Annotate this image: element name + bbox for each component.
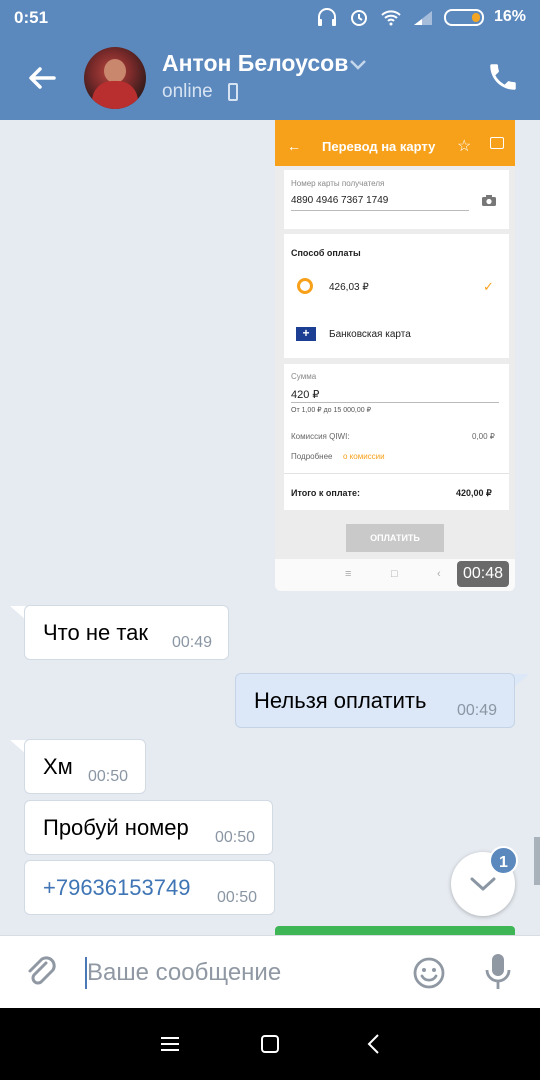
system-navigation-bar <box>0 1008 540 1080</box>
message-time: 00:49 <box>457 702 498 719</box>
chevron-down-icon <box>470 877 496 891</box>
message-bubble[interactable]: Что не так 00:49 <box>24 605 229 660</box>
card-number-section: Номер карты получателя 4890 4946 7367 17… <box>284 170 509 229</box>
amount-value: 420 ₽ <box>291 389 320 401</box>
phone-number-link[interactable]: +79636153749 <box>43 875 190 901</box>
amount-label: Сумма <box>291 372 317 381</box>
battery-icon <box>443 8 484 26</box>
message-text: Хм <box>43 754 73 779</box>
pay-button: ОПЛАТИТЬ <box>346 524 444 552</box>
message-text: Что не так <box>43 620 149 645</box>
amount-underline <box>291 402 499 403</box>
qiwi-balance: 426,03 ₽ <box>329 282 369 293</box>
status-icons: 16% <box>316 7 526 27</box>
attachment-home-icon: □ <box>391 568 398 580</box>
payment-method-section: Способ оплаты 426,03 ₽ ✓ + Банковская ка… <box>284 234 509 358</box>
paperclip-icon[interactable] <box>24 954 60 990</box>
signal-icon <box>413 11 432 25</box>
phone-call-icon[interactable] <box>486 60 520 94</box>
emoji-icon[interactable] <box>412 956 446 990</box>
commission-link: о комиссии <box>343 452 385 461</box>
attachment-menu-icon: ≡ <box>345 568 352 580</box>
battery-percent: 16% <box>493 8 526 25</box>
divider <box>284 473 509 474</box>
message-text: Пробуй номер <box>43 815 189 840</box>
status-time: 0:51 <box>14 8 49 27</box>
menu-icon[interactable] <box>158 1032 182 1056</box>
message-bubble[interactable]: Пробуй номер 00:50 <box>24 800 273 855</box>
contact-name[interactable]: Антон Белоусов <box>162 50 348 77</box>
commission-label: Комиссия QIWI: <box>291 432 350 441</box>
message-time: 00:50 <box>88 768 129 785</box>
qiwi-logo-icon <box>297 278 313 294</box>
alarm-icon <box>350 10 367 26</box>
attachment-topbar: ← Перевод на карту ☆ <box>275 120 515 166</box>
chat-bubble-icon <box>490 137 504 149</box>
message-list[interactable]: ← Перевод на карту ☆ Номер карты получат… <box>0 120 540 935</box>
contact-status: online <box>162 81 213 102</box>
add-card-icon: + <box>296 327 316 341</box>
attachment-back-nav-icon: ‹ <box>437 568 441 580</box>
attachment-title: Перевод на карту <box>322 139 436 154</box>
home-icon[interactable] <box>258 1032 282 1056</box>
total-value: 420,00 ₽ <box>456 488 492 498</box>
image-attachment[interactable]: ← Перевод на карту ☆ Номер карты получат… <box>275 120 515 591</box>
back-arrow-icon[interactable] <box>20 56 64 100</box>
star-icon: ☆ <box>457 138 472 155</box>
more-label: Подробнее <box>291 452 333 461</box>
card-number-label: Номер карты получателя <box>291 179 385 188</box>
message-input[interactable] <box>87 955 387 991</box>
unread-badge: 1 <box>489 846 518 875</box>
mobile-phone-icon <box>228 83 238 101</box>
headphones-icon <box>317 8 336 26</box>
wifi-icon <box>381 10 401 26</box>
status-bar: 0:51 16% <box>0 0 540 36</box>
back-icon[interactable] <box>362 1032 386 1056</box>
microphone-icon[interactable] <box>484 952 512 992</box>
amount-section: Сумма 420 ₽ От 1,00 ₽ до 15 000,00 ₽ Ком… <box>284 364 509 510</box>
message-text: Нельзя оплатить <box>254 688 427 713</box>
message-time: 00:49 <box>172 634 213 651</box>
bank-card-option: Банковская карта <box>329 329 411 340</box>
message-bubble[interactable]: +79636153749 00:50 <box>24 860 275 915</box>
scrollbar[interactable] <box>534 837 540 885</box>
attachment-time: 00:48 <box>456 561 509 587</box>
chat-header: Антон Белоусов online <box>0 36 540 120</box>
bubble-tail <box>513 674 529 688</box>
card-number-underline <box>291 210 469 211</box>
attachment-body: Номер карты получателя 4890 4946 7367 17… <box>275 166 515 591</box>
total-label: Итого к оплате: <box>291 488 360 498</box>
chevron-down-icon[interactable] <box>348 58 368 72</box>
composer <box>0 935 540 1008</box>
commission-value: 0,00 ₽ <box>472 432 495 441</box>
avatar[interactable] <box>84 47 146 109</box>
message-time: 00:50 <box>215 829 256 846</box>
image-attachment-preview[interactable] <box>275 926 515 935</box>
message-bubble-outgoing[interactable]: Нельзя оплатить 00:49 <box>235 673 515 728</box>
camera-icon <box>482 195 496 206</box>
card-number: 4890 4946 7367 1749 <box>291 195 389 206</box>
message-bubble[interactable]: Хм 00:50 <box>24 739 146 794</box>
amount-hint: От 1,00 ₽ до 15 000,00 ₽ <box>291 407 372 414</box>
attachment-back-icon: ← <box>287 138 301 154</box>
message-time: 00:50 <box>217 889 258 906</box>
check-icon: ✓ <box>483 279 494 294</box>
payment-method-label: Способ оплаты <box>291 248 361 258</box>
